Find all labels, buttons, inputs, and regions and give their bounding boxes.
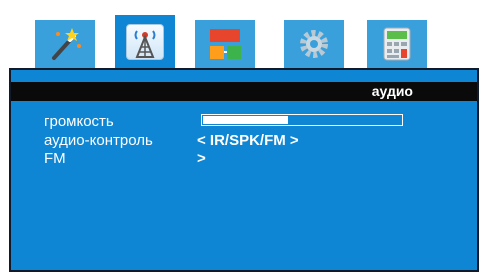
menu-header: аудио — [11, 70, 477, 104]
page-title: аудио — [371, 83, 413, 99]
calculator-icon — [378, 26, 416, 62]
audio-control-label: аудио-контроль — [44, 132, 153, 149]
tab-antenna[interactable] — [115, 15, 175, 68]
volume-slider-fill — [203, 116, 288, 124]
volume-slider[interactable] — [201, 114, 403, 126]
tab-calculator[interactable] — [367, 20, 427, 68]
blocks-icon — [206, 26, 244, 62]
fm-label: FM — [44, 150, 66, 167]
audio-menu-panel: аудио громкость аудио-контроль < IR/SPK/… — [9, 68, 479, 272]
tab-magic-wand[interactable] — [35, 20, 95, 68]
volume-label: громкость — [44, 113, 114, 130]
antenna-icon — [126, 23, 164, 60]
tab-bar — [0, 0, 485, 68]
magic-wand-icon — [46, 26, 84, 62]
gear-icon — [295, 26, 333, 62]
audio-control-selector[interactable]: < IR/SPK/FM > — [197, 133, 299, 149]
tab-settings[interactable] — [284, 20, 344, 68]
fm-enter-arrow[interactable]: > — [197, 151, 206, 167]
tab-blocks[interactable] — [195, 20, 255, 68]
title-strip: аудио — [11, 82, 477, 101]
